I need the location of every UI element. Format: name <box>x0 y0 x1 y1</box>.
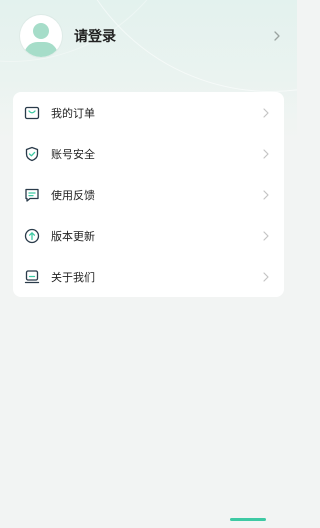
menu-item-label: 关于我们 <box>51 270 95 284</box>
chevron-right-icon <box>261 148 271 159</box>
avatar-head <box>33 23 49 39</box>
bottom-nav <box>0 517 297 528</box>
menu-item-about-us[interactable]: 关于我们 <box>13 256 284 297</box>
menu-item-label: 使用反馈 <box>51 188 95 202</box>
menu-card: 我的订单 账号安全 使用反馈 版本更新 关于我们 <box>13 92 284 297</box>
feedback-message-icon <box>23 186 41 204</box>
chevron-right-icon <box>261 107 271 118</box>
menu-item-version-update[interactable]: 版本更新 <box>13 215 284 256</box>
document-icon[interactable] <box>143 524 153 528</box>
menu-item-label: 账号安全 <box>51 147 95 161</box>
menu-item-label: 版本更新 <box>51 229 95 243</box>
menu-item-my-orders[interactable]: 我的订单 <box>13 92 284 133</box>
login-profile-row[interactable]: 请登录 <box>20 14 282 58</box>
profile-icon[interactable] <box>243 524 253 528</box>
upgrade-arrow-icon <box>23 227 41 245</box>
menu-item-feedback[interactable]: 使用反馈 <box>13 174 284 215</box>
chevron-right-icon <box>261 189 271 200</box>
login-prompt[interactable]: 请登录 <box>74 26 272 46</box>
home-icon[interactable] <box>44 524 54 528</box>
chevron-right-icon <box>272 31 282 41</box>
chevron-right-icon <box>261 271 271 282</box>
chevron-right-icon <box>261 230 271 241</box>
avatar[interactable] <box>20 15 62 57</box>
about-us-icon <box>23 268 41 286</box>
order-bag-icon <box>23 104 41 122</box>
active-tab-indicator <box>230 518 266 521</box>
avatar-body <box>24 42 58 57</box>
menu-item-account-security[interactable]: 账号安全 <box>13 133 284 174</box>
menu-item-label: 我的订单 <box>51 106 95 120</box>
shield-check-icon <box>23 145 41 163</box>
